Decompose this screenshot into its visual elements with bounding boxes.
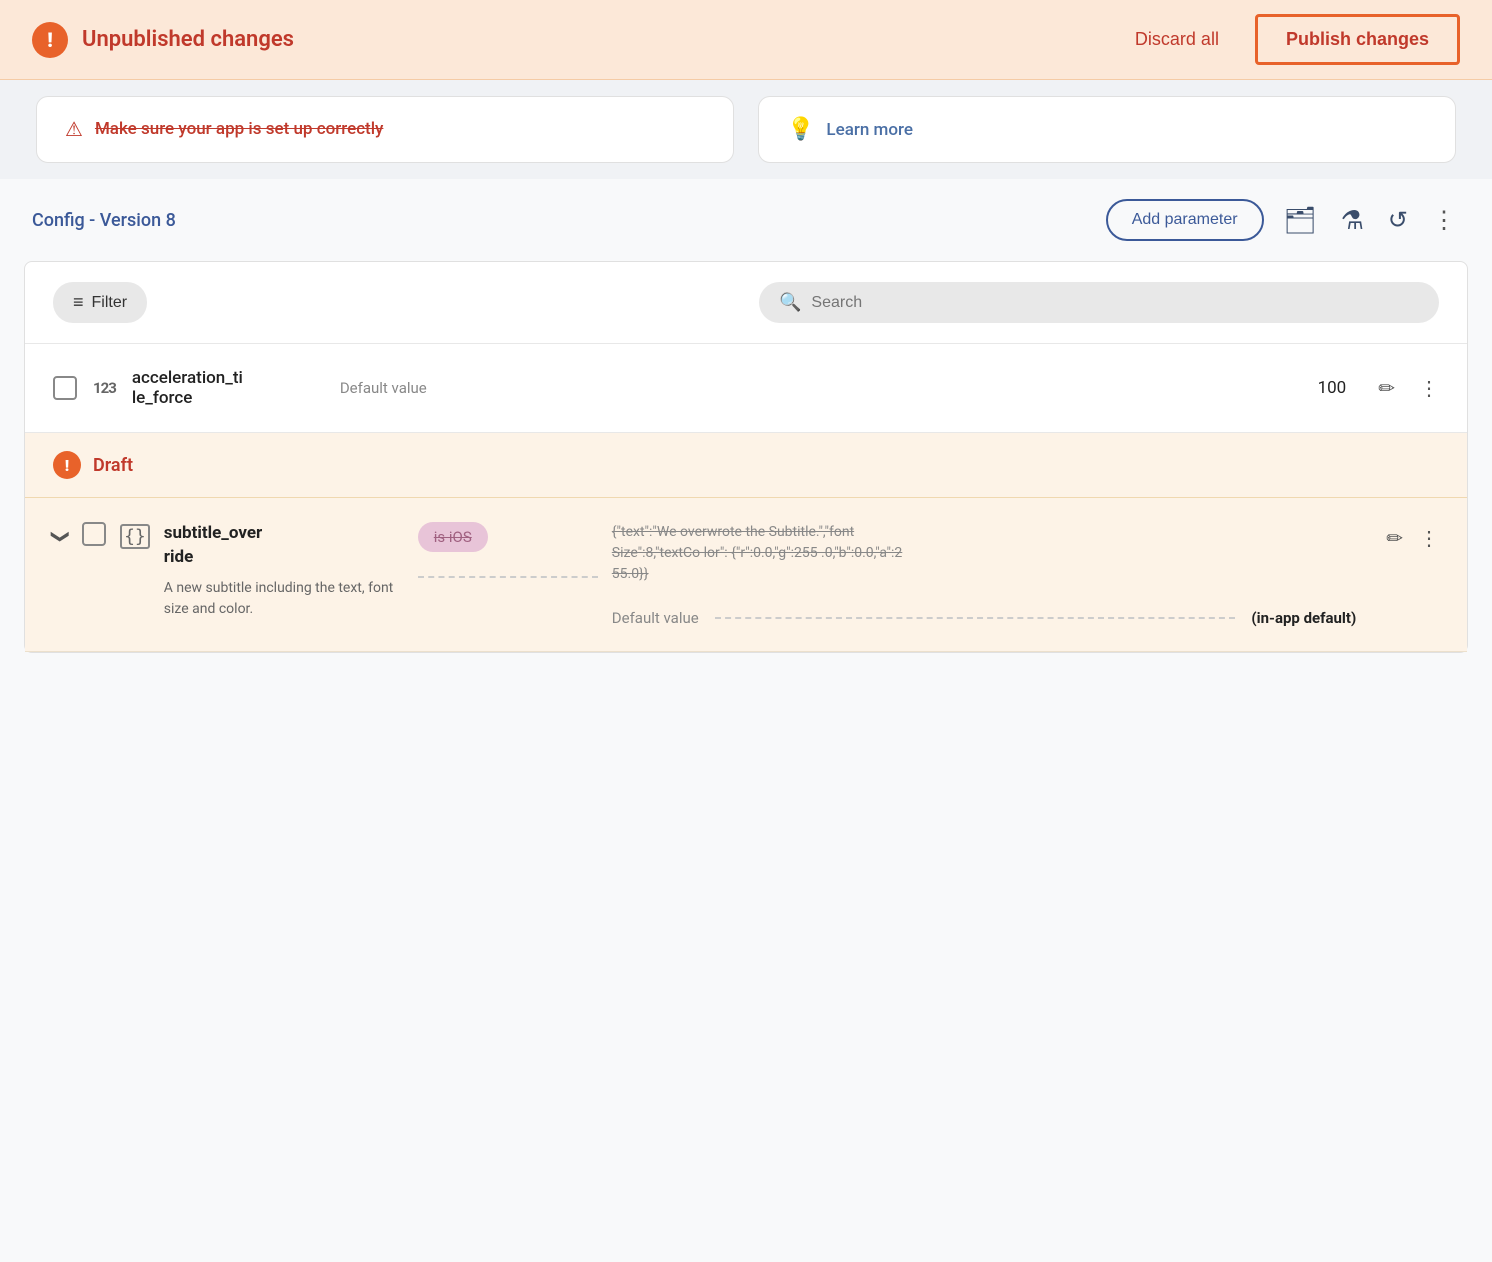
more-options-icon[interactable]: ⋮ <box>1419 376 1439 400</box>
folder-button[interactable]: 🗂 <box>1280 201 1321 240</box>
draft-title: Draft <box>93 455 133 476</box>
dashed-separator <box>715 617 1236 619</box>
param-name: acceleration_tile_force <box>132 368 312 408</box>
banner-title: Unpublished changes <box>82 27 294 52</box>
draft-param-description: A new subtitle including the text, font … <box>164 578 404 620</box>
dashed-separator-line <box>418 576 598 578</box>
alert-icon: ! <box>32 22 68 58</box>
param-value: 100 <box>1286 378 1346 398</box>
json-type-icon: {} <box>120 524 150 549</box>
config-header: Config - Version 8 Add parameter 🗂 ⚗ ↺ ⋮ <box>0 179 1492 261</box>
strikethrough-value: {"text":"We overwrote the Subtitle.","fo… <box>612 522 932 585</box>
banner-left: ! Unpublished changes <box>32 22 1123 58</box>
warning-content: ⚠ Make sure your app is set up correctly <box>65 117 705 141</box>
draft-row-actions: ✏ ⋮ <box>1370 522 1439 550</box>
draft-row-checkbox[interactable] <box>82 522 106 546</box>
warning-triangle-icon: ⚠ <box>65 117 83 141</box>
value-area: {"text":"We overwrote the Subtitle.","fo… <box>612 522 1356 627</box>
draft-alert-icon: ! <box>53 451 81 479</box>
cards-row: ⚠ Make sure your app is set up correctly… <box>0 80 1492 179</box>
unpublished-banner: ! Unpublished changes Discard all Publis… <box>0 0 1492 80</box>
chevron-down-icon[interactable]: ❯ <box>50 529 71 544</box>
default-value-row: Default value (in-app default) <box>612 609 1356 627</box>
draft-header: ! Draft <box>25 433 1467 498</box>
search-icon: 🔍 <box>779 292 801 313</box>
bulb-icon: 💡 <box>787 117 814 142</box>
filter-icon: ≡ <box>73 292 84 313</box>
draft-param-name: subtitle_override <box>164 522 404 570</box>
default-value-label-draft: Default value <box>612 609 699 627</box>
filter-search-row: ≡ Filter 🔍 <box>25 262 1467 344</box>
history-button[interactable]: ↺ <box>1384 202 1412 239</box>
learn-more-card[interactable]: 💡 Learn more <box>758 96 1456 163</box>
search-input[interactable] <box>811 294 1419 312</box>
add-parameter-button[interactable]: Add parameter <box>1106 199 1264 241</box>
filter-label: Filter <box>92 294 128 312</box>
discard-all-button[interactable]: Discard all <box>1123 21 1231 58</box>
search-box[interactable]: 🔍 <box>759 282 1439 323</box>
filter-button[interactable]: ≡ Filter <box>53 282 147 323</box>
draft-more-options-icon[interactable]: ⋮ <box>1419 526 1439 550</box>
warning-text: Make sure your app is set up correctly <box>95 119 383 139</box>
draft-param-info: subtitle_override A new subtitle includi… <box>164 522 404 620</box>
number-type-icon: 123 <box>93 379 116 397</box>
table-row: 123 acceleration_tile_force Default valu… <box>25 344 1467 433</box>
main-content: ≡ Filter 🔍 123 acceleration_tile_force D… <box>24 261 1468 653</box>
banner-actions: Discard all Publish changes <box>1123 14 1460 65</box>
warning-card: ⚠ Make sure your app is set up correctly <box>36 96 734 163</box>
flask-icon: ⚗ <box>1341 205 1364 236</box>
publish-changes-button[interactable]: Publish changes <box>1255 14 1460 65</box>
flask-button[interactable]: ⚗ <box>1337 201 1368 240</box>
condition-area: is iOS <box>418 522 598 578</box>
in-app-default-value: (in-app default) <box>1251 609 1356 627</box>
more-options-button[interactable]: ⋮ <box>1428 202 1460 239</box>
config-actions: Add parameter 🗂 ⚗ ↺ ⋮ <box>1106 199 1460 241</box>
edit-icon[interactable]: ✏ <box>1378 376 1395 400</box>
folder-icon: 🗂 <box>1284 205 1317 236</box>
config-title: Config - Version 8 <box>32 210 1106 231</box>
condition-pill: is iOS <box>418 522 488 552</box>
draft-param-row: ❯ {} subtitle_override A new subtitle in… <box>25 498 1467 652</box>
learn-content: 💡 Learn more <box>787 117 1427 142</box>
more-vert-icon: ⋮ <box>1432 206 1456 235</box>
history-icon: ↺ <box>1388 206 1408 235</box>
learn-more-text[interactable]: Learn more <box>826 120 913 140</box>
default-value-label: Default value <box>340 379 427 397</box>
row-checkbox[interactable] <box>53 376 77 400</box>
draft-section: ! Draft ❯ {} subtitle_override A new sub… <box>25 433 1467 652</box>
draft-edit-icon[interactable]: ✏ <box>1386 526 1403 550</box>
